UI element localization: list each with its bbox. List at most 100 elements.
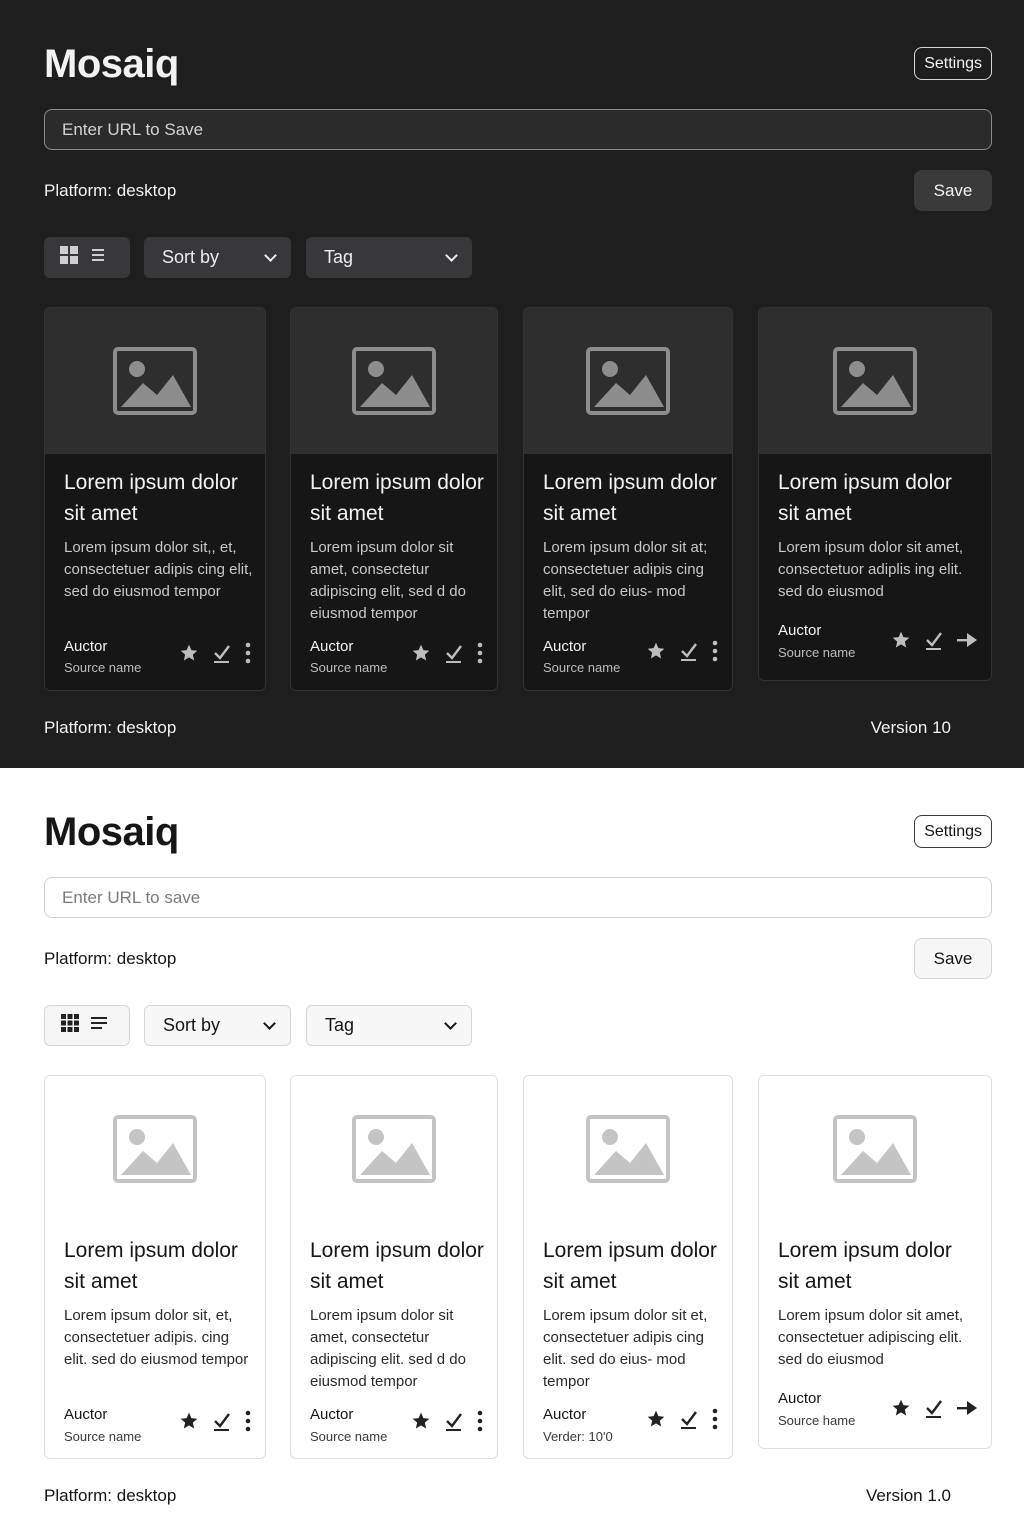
- platform-label: Platform: desktop: [44, 181, 177, 200]
- settings-button[interactable]: Settings: [914, 47, 992, 80]
- card-image: [45, 308, 265, 454]
- image-placeholder-icon: [352, 1115, 436, 1183]
- card-description: Lorem ipsum dolor sit amet, consectetur …: [310, 1307, 466, 1390]
- card-image: [524, 1076, 732, 1222]
- tag-dropdown-label: Tag: [325, 1015, 355, 1035]
- card-actions: [646, 640, 718, 662]
- settings-button[interactable]: Settings: [914, 815, 992, 848]
- star-icon[interactable]: [411, 643, 431, 663]
- bookmark-card[interactable]: Lorem ipsum dolor sit amet Lorem ipsum d…: [290, 1075, 498, 1459]
- star-icon[interactable]: [411, 1411, 431, 1431]
- card-actions: [411, 642, 483, 664]
- card-actions: [891, 630, 977, 650]
- image-placeholder-icon: [586, 1115, 670, 1183]
- star-icon[interactable]: [891, 630, 911, 650]
- chevron-down-icon: [445, 248, 458, 262]
- sort-dropdown-label: Sort by: [163, 1015, 221, 1035]
- star-icon[interactable]: [891, 1398, 911, 1418]
- card-title[interactable]: Lorem ipsum dolor sit amet: [778, 1235, 968, 1297]
- card-title[interactable]: Lorem ipsum dolor sit amet: [778, 467, 968, 529]
- card-author: Auctor: [778, 1390, 822, 1407]
- card-actions: [891, 1398, 977, 1418]
- card-description: Lorem ipsum dolor sit at; consectetuer a…: [543, 539, 708, 622]
- tag-dropdown[interactable]: Tag: [306, 1005, 472, 1046]
- check-icon[interactable]: [680, 1409, 698, 1429]
- card-source: Source name: [310, 660, 388, 675]
- card-description: Lorem ipsum dolor sit amet, consectetur …: [310, 539, 466, 622]
- sort-dropdown[interactable]: Sort by: [144, 237, 291, 278]
- more-vertical-icon[interactable]: [477, 1410, 483, 1432]
- image-placeholder-icon: [833, 347, 917, 415]
- more-vertical-icon[interactable]: [712, 1408, 718, 1430]
- more-vertical-icon[interactable]: [477, 642, 483, 664]
- card-source: Source hame: [778, 1413, 856, 1428]
- dark-theme-panel: Mosaiq Settings Platform: desktop Save S…: [0, 0, 1024, 768]
- save-button[interactable]: Save: [914, 170, 992, 211]
- image-placeholder-icon: [586, 347, 670, 415]
- card-source: Verder: 10'0: [543, 1429, 613, 1444]
- arrow-right-icon[interactable]: [957, 1401, 977, 1415]
- check-icon[interactable]: [680, 641, 698, 661]
- card-title[interactable]: Lorem ipsum dolor sit amet: [310, 1235, 497, 1297]
- bookmark-card[interactable]: Lorem ipsum dolor sit amet Lorem ipsum d…: [290, 307, 498, 691]
- bookmark-card[interactable]: Lorem ipsum dolor sit amet Lorem ipsum d…: [758, 1075, 992, 1449]
- bookmark-card[interactable]: Lorem ipsum dolor sit amet Lorem ipsum d…: [44, 1075, 266, 1459]
- list-view-icon[interactable]: [91, 1015, 109, 1036]
- sort-dropdown[interactable]: Sort by: [144, 1005, 291, 1046]
- card-title[interactable]: Lorem ipsum dolor sit amet: [543, 467, 732, 529]
- save-button[interactable]: Save: [914, 938, 992, 979]
- card-title[interactable]: Lorem ipsum dolor sit amet: [64, 1235, 254, 1297]
- light-theme-panel: Mosaiq Settings Platform: desktop Save S…: [0, 768, 1024, 1536]
- grid-view-icon[interactable]: [61, 1014, 79, 1037]
- card-title[interactable]: Lorem ipsum dolor sit amet: [310, 467, 497, 529]
- card-author: Auctor: [310, 638, 354, 655]
- footer-platform: Platform: desktop: [44, 718, 177, 737]
- card-title[interactable]: Lorem ipsum dolor sit amet: [64, 467, 254, 529]
- card-actions: [179, 1410, 251, 1432]
- grid-view-icon[interactable]: [60, 246, 78, 269]
- bookmark-card[interactable]: Lorem ipsum dolor sit amet Lorem ipsum d…: [44, 307, 266, 691]
- bookmark-card[interactable]: Lorem ipsum dolor sit amet Lorem ipsum d…: [758, 307, 992, 681]
- card-description: Lorem ipsum dolor sit et, consectetuer a…: [543, 1307, 708, 1390]
- card-source: Source name: [64, 660, 142, 675]
- check-icon[interactable]: [213, 643, 231, 663]
- card-title[interactable]: Lorem ipsum dolor sit amet: [543, 1235, 732, 1297]
- check-icon[interactable]: [925, 1398, 943, 1418]
- url-input[interactable]: [44, 109, 992, 150]
- card-author: Auctor: [543, 1406, 587, 1423]
- sort-dropdown-label: Sort by: [162, 247, 220, 267]
- url-input[interactable]: [44, 877, 992, 918]
- star-icon[interactable]: [179, 1411, 199, 1431]
- card-source: Source name: [543, 660, 621, 675]
- toolbar: Sort by Tag: [44, 1005, 544, 1046]
- check-icon[interactable]: [925, 630, 943, 650]
- card-author: Auctor: [64, 1406, 108, 1423]
- toolbar: Sort by Tag: [44, 237, 544, 278]
- card-source: Source name: [778, 645, 856, 660]
- more-vertical-icon[interactable]: [245, 642, 251, 664]
- bookmark-card[interactable]: Lorem ipsum dolor sit amet Lorem ipsum d…: [523, 307, 733, 691]
- arrow-right-icon[interactable]: [957, 633, 977, 647]
- star-icon[interactable]: [179, 643, 199, 663]
- card-description: Lorem ipsum dolor sit amet, consectetuor…: [778, 539, 964, 600]
- check-icon[interactable]: [213, 1411, 231, 1431]
- chevron-down-icon: [264, 248, 277, 262]
- app-title: Mosaiq: [44, 42, 179, 86]
- image-placeholder-icon: [833, 1115, 917, 1183]
- check-icon[interactable]: [445, 1411, 463, 1431]
- card-author: Auctor: [778, 622, 822, 639]
- list-view-icon[interactable]: [90, 247, 106, 268]
- card-description: Lorem ipsum dolor sit,, et, consectetuer…: [64, 539, 253, 600]
- card-author: Auctor: [310, 1406, 354, 1423]
- more-vertical-icon[interactable]: [712, 640, 718, 662]
- more-vertical-icon[interactable]: [245, 1410, 251, 1432]
- star-icon[interactable]: [646, 641, 666, 661]
- check-icon[interactable]: [445, 643, 463, 663]
- card-description: Lorem ipsum dolor sit, et, consectetuer …: [64, 1307, 249, 1368]
- tag-dropdown[interactable]: Tag: [306, 237, 472, 278]
- star-icon[interactable]: [646, 1409, 666, 1429]
- chevron-down-icon: [263, 1016, 276, 1030]
- footer-version: Version 1.0: [865, 1486, 951, 1505]
- bookmark-card[interactable]: Lorem ipsum dolor sit amet Lorem ipsum d…: [523, 1075, 733, 1459]
- card-image: [45, 1076, 265, 1222]
